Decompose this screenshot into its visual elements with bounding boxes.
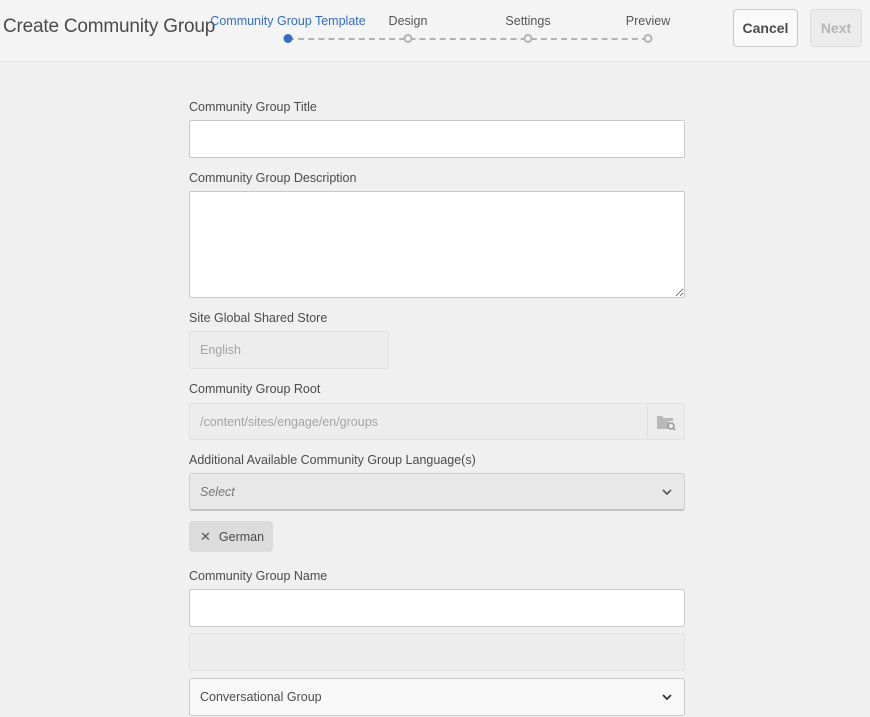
- wizard-steps: Community Group Template Design Settings…: [210, 0, 680, 60]
- languages-select-placeholder: Select: [200, 484, 235, 499]
- languages-label: Additional Available Community Group Lan…: [189, 453, 476, 467]
- title-label: Community Group Title: [189, 100, 317, 114]
- close-icon[interactable]: ✕: [200, 529, 211, 545]
- group-type-value: Conversational Group: [200, 690, 322, 704]
- languages-select[interactable]: Select: [189, 473, 685, 511]
- wizard-step-preview-dot: [643, 34, 653, 43]
- wizard-step-settings-dot: [523, 34, 533, 43]
- cancel-button[interactable]: Cancel: [733, 9, 798, 47]
- store-label: Site Global Shared Store: [189, 311, 328, 325]
- store-value: English: [200, 343, 241, 357]
- page-title: Create Community Group: [3, 16, 216, 37]
- wizard-step-design-label[interactable]: Design: [389, 14, 428, 28]
- language-tag: ✕ German: [189, 521, 273, 552]
- name-preview-field: [189, 633, 685, 671]
- root-path-value: /content/sites/engage/en/groups: [200, 414, 378, 429]
- name-label: Community Group Name: [189, 569, 328, 583]
- wizard-step-template-label[interactable]: Community Group Template: [210, 14, 365, 28]
- description-textarea[interactable]: [189, 191, 685, 298]
- chevron-down-icon: [662, 694, 672, 701]
- title-input[interactable]: [189, 120, 685, 158]
- next-button[interactable]: Next: [810, 9, 862, 47]
- chevron-down-icon: [662, 488, 672, 495]
- browse-button[interactable]: [647, 403, 685, 440]
- root-path-field: /content/sites/engage/en/groups: [189, 403, 648, 440]
- wizard-step-template-dot: [283, 34, 293, 43]
- wizard-progress-line: [288, 38, 648, 40]
- wizard-step-preview-label[interactable]: Preview: [626, 14, 670, 28]
- wizard-step-design-dot: [403, 34, 413, 43]
- wizard-step-settings-label[interactable]: Settings: [505, 14, 550, 28]
- header-bar: Create Community Group Community Group T…: [0, 0, 870, 62]
- name-input[interactable]: [189, 589, 685, 627]
- root-label: Community Group Root: [189, 382, 321, 396]
- group-type-select[interactable]: Conversational Group: [189, 678, 685, 716]
- description-label: Community Group Description: [189, 171, 357, 185]
- folder-search-icon: [657, 415, 676, 431]
- store-field: English: [189, 331, 389, 369]
- language-tag-label: German: [218, 529, 265, 544]
